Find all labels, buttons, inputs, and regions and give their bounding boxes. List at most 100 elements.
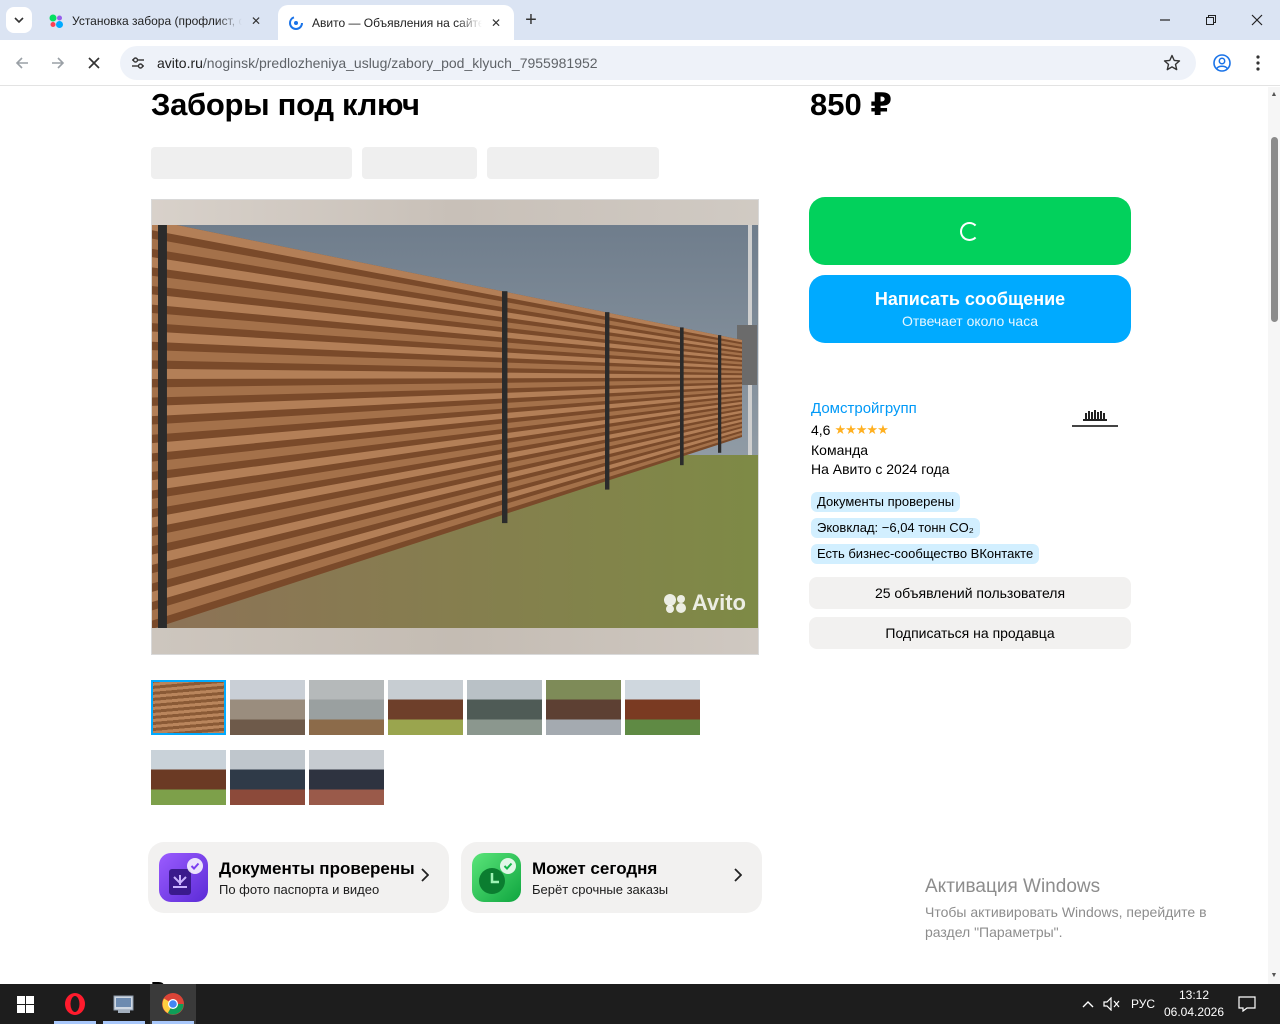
page-scrollbar[interactable]: ▲ ▼ <box>1268 87 1280 984</box>
scroll-down-icon[interactable]: ▼ <box>1270 972 1278 980</box>
documents-icon <box>159 853 208 902</box>
tab-fence-install[interactable]: Установка забора (профлист, с ✕ <box>38 5 274 36</box>
seller-logo[interactable] <box>1066 405 1124 435</box>
restore-button[interactable] <box>1188 0 1234 40</box>
volume-button[interactable] <box>1103 984 1121 1024</box>
rating-value: 4,6 <box>811 422 831 438</box>
fence-photo[interactable] <box>152 225 758 629</box>
clock-time: 13:12 <box>1178 988 1210 1002</box>
skeleton-placeholder <box>362 147 477 179</box>
listing-title: Заборы под ключ <box>151 87 420 122</box>
tab-avito[interactable]: Авито — Объявления на сайте ✕ <box>278 5 514 40</box>
scroll-up-icon[interactable]: ▲ <box>1270 91 1278 99</box>
gallery-thumbnail[interactable] <box>151 680 226 735</box>
clock-date: 06.04.2026 <box>1163 1005 1225 1019</box>
arrow-right-icon <box>52 57 65 69</box>
stop-loading-button[interactable] <box>82 51 106 75</box>
profile-button[interactable] <box>1211 52 1233 74</box>
opera-icon <box>65 993 85 1015</box>
avito-logo-icon <box>663 594 686 613</box>
taskbar-opera[interactable] <box>52 984 98 1024</box>
subscribe-seller-button[interactable]: Подписаться на продавца <box>809 617 1131 649</box>
seller-name-link[interactable]: Домстройгрупп <box>811 400 917 417</box>
promo-documents-verified[interactable]: Документы проверены По фото паспорта и в… <box>148 842 449 913</box>
gallery-thumbnail[interactable] <box>625 680 700 735</box>
close-icon <box>1251 14 1263 26</box>
promo-available-today[interactable]: Может сегодня Берёт срочные заказы <box>461 842 762 913</box>
minimize-icon <box>1160 19 1170 21</box>
bookmark-star-icon[interactable] <box>1162 53 1182 73</box>
gallery-blur-top <box>152 200 758 225</box>
seller-rating[interactable]: 4,6 ★★★★★ <box>811 422 889 438</box>
restore-icon <box>1206 15 1216 25</box>
seller-type: Команда <box>811 442 869 458</box>
arrow-left-icon <box>15 57 28 69</box>
taskbar-app[interactable] <box>101 984 147 1024</box>
listing-price: 850 ₽ <box>810 87 892 122</box>
tab-search-button[interactable] <box>6 7 32 33</box>
browser-toolbar: avito.ru/noginsk/predlozheniya_uslug/zab… <box>0 40 1280 86</box>
write-message-button[interactable]: Написать сообщение Отвечает около часа <box>809 275 1131 343</box>
browser-menu-button[interactable] <box>1247 52 1269 74</box>
tab-title: Установка забора (профлист, с <box>72 13 242 28</box>
close-icon[interactable]: ✕ <box>488 15 504 31</box>
watermark-text: Avito <box>691 590 746 615</box>
notifications-button[interactable] <box>1238 984 1256 1024</box>
gallery-thumbnail[interactable] <box>546 680 621 735</box>
cut-off-heading: В <box>151 976 181 984</box>
badge-vk-community: Есть бизнес-сообщество ВКонтакте <box>811 544 1040 564</box>
activation-text: Чтобы активировать Windows, перейдите в … <box>925 904 1207 940</box>
address-bar[interactable]: avito.ru/noginsk/predlozheniya_uslug/zab… <box>120 46 1196 80</box>
page-content: Заборы под ключ 850 ₽ Avito Документы пр… <box>0 87 1268 984</box>
gallery-thumbnail[interactable] <box>230 680 305 735</box>
close-icon[interactable]: ✕ <box>248 13 264 29</box>
language-indicator[interactable]: РУС <box>1131 984 1155 1024</box>
new-tab-button[interactable]: + <box>520 9 542 31</box>
url-path: /noginsk/predlozheniya_uslug/zabory_pod_… <box>202 55 598 71</box>
activation-title: Активация Windows <box>925 876 1101 897</box>
start-button[interactable] <box>2 984 48 1024</box>
gallery-thumbnail[interactable] <box>309 680 384 735</box>
tray-overflow-button[interactable] <box>1082 984 1094 1024</box>
promo-subtitle: По фото паспорта и видео <box>219 882 380 897</box>
close-window-button[interactable] <box>1234 0 1280 40</box>
tab-title: Авито — Объявления на сайте <box>312 15 482 30</box>
gallery-thumbnail[interactable] <box>309 750 384 805</box>
chevron-right-icon <box>421 868 429 882</box>
badge-documents-verified: Документы проверены <box>811 492 961 512</box>
clock-icon <box>472 853 521 902</box>
seller-since: На Авито с 2024 года <box>811 461 950 477</box>
avito-favicon-icon <box>49 14 63 28</box>
gallery-thumbnail[interactable] <box>467 680 542 735</box>
site-settings-icon[interactable] <box>130 55 146 71</box>
url-host: avito.ru <box>157 55 203 71</box>
forward-button[interactable] <box>46 51 70 75</box>
windows-activation-notice: Активация Windows Чтобы активировать Win… <box>925 876 1245 942</box>
message-button-label: Написать сообщение <box>874 289 1066 309</box>
windows-logo-icon <box>16 995 34 1013</box>
promo-title: Документы проверены <box>219 859 415 878</box>
gallery-thumbnail[interactable] <box>388 680 463 735</box>
chevron-right-icon <box>734 868 742 882</box>
gallery-thumbnail[interactable] <box>230 750 305 805</box>
close-icon <box>88 57 100 69</box>
promo-subtitle: Берёт срочные заказы <box>532 882 669 897</box>
system-clock[interactable]: 13:12 06.04.2026 <box>1160 987 1228 1021</box>
scroll-thumb[interactable] <box>1271 137 1278 322</box>
back-button[interactable] <box>10 51 34 75</box>
message-button-sub: Отвечает около часа <box>901 313 1039 329</box>
taskbar-chrome[interactable] <box>150 984 196 1024</box>
loading-spinner-icon <box>960 222 979 241</box>
windows-taskbar: РУС 13:12 06.04.2026 <box>0 984 1280 1024</box>
kebab-menu-icon <box>1256 55 1260 71</box>
chevron-down-icon <box>14 17 24 24</box>
photo-gallery[interactable]: Avito <box>151 199 759 655</box>
loading-favicon-icon <box>289 15 303 30</box>
minimize-button[interactable] <box>1142 0 1188 40</box>
url-text: avito.ru/noginsk/predlozheniya_uslug/zab… <box>157 55 598 71</box>
show-phone-button[interactable] <box>809 197 1131 265</box>
gallery-thumbnail[interactable] <box>151 750 226 805</box>
chrome-icon <box>162 993 184 1015</box>
avito-watermark: Avito <box>662 590 746 616</box>
seller-ads-button[interactable]: 25 объявлений пользователя <box>809 577 1131 609</box>
